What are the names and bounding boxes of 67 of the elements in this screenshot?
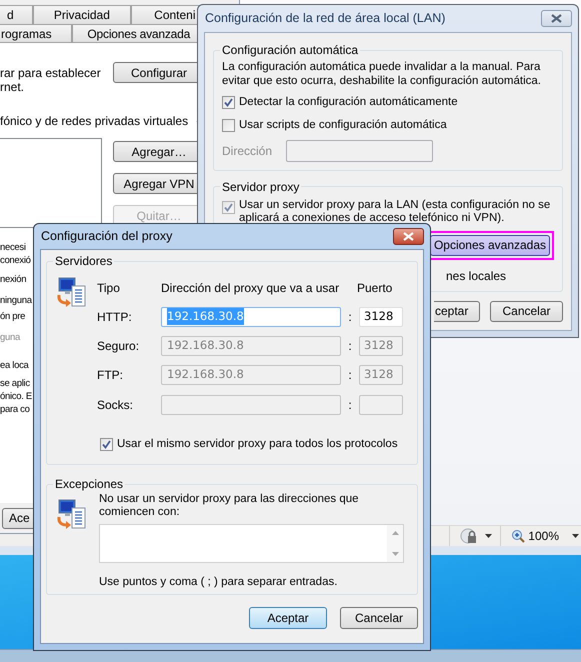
protocol-label: Seguro: — [97, 338, 140, 354]
section-heading: fónico y de redes privadas virtuales — [0, 113, 188, 130]
checkbox[interactable] — [222, 119, 235, 132]
option-text: se aplic — [0, 377, 30, 390]
ok-button[interactable]: ceptar — [434, 300, 480, 322]
separator-text: : — [348, 366, 352, 384]
group-title: Excepciones — [54, 476, 124, 493]
field-label: Dirección — [222, 142, 274, 160]
network-computer-icon — [55, 498, 87, 530]
separator-text: : — [348, 396, 352, 414]
close-icon — [551, 14, 562, 23]
scrollbar[interactable] — [387, 525, 403, 562]
group-title: Servidor proxy — [221, 178, 300, 196]
checkbox-label: Usar scripts de configuración automática — [239, 118, 447, 134]
protocol-label: Socks: — [97, 396, 134, 414]
column-header: Tipo — [97, 280, 121, 297]
tab[interactable]: d — [0, 5, 33, 24]
checkbox-label: Usar un servidor proxy para la LAN (esta configuración no se aplicará a conexiones de acceso telefónico ni VPN). — [239, 198, 552, 224]
option-text: ónico. E — [0, 390, 32, 403]
separator-text: : — [348, 308, 352, 326]
cancel-button[interactable]: Cancelar — [490, 300, 563, 322]
option-text: para co — [0, 403, 30, 416]
checkbox[interactable] — [100, 438, 113, 452]
caret-icon[interactable] — [572, 534, 579, 538]
protocol-label: FTP: — [97, 366, 124, 384]
description-text: rnet. — [0, 80, 26, 94]
window-title: Configuración del proxy — [41, 228, 172, 246]
group-title: Servidores — [54, 253, 114, 270]
hint-text: Use puntos y coma ( ; ) para separar entradas. — [99, 575, 338, 590]
zoom-level[interactable]: 100% — [528, 527, 559, 545]
checkbox[interactable] — [222, 96, 235, 110]
connections-list[interactable] — [0, 138, 102, 228]
group-title: Configuración automática — [221, 42, 360, 59]
description-text: rar para establecer — [0, 66, 102, 80]
option-text: ón pre — [0, 310, 26, 323]
port-field[interactable]: 3128 — [359, 306, 403, 326]
address-field[interactable] — [286, 140, 433, 162]
ok-button[interactable]: Aceptar — [249, 607, 327, 629]
advanced-options-button[interactable]: Opciones avanzadas — [430, 234, 550, 256]
description-text: No usar un servidor proxy para las direcciones que comiencen con: — [99, 493, 360, 519]
zoom-icon[interactable] — [511, 529, 526, 543]
protocol-label: HTTP: — [97, 308, 133, 326]
close-button[interactable] — [393, 228, 424, 245]
lock-icon[interactable] — [460, 528, 478, 544]
caret-icon[interactable] — [485, 534, 492, 538]
separator-text: : — [348, 338, 352, 354]
checkbox-label: Usar el mismo servidor proxy para todos los protocolos — [117, 437, 398, 452]
scroll-up-icon[interactable] — [392, 531, 398, 535]
checkbox-label: Detectar la configuración automáticamente — [239, 95, 458, 110]
option-text: conexió — [0, 254, 31, 267]
option-text: ea loca — [0, 359, 29, 372]
checkbox[interactable] — [222, 200, 235, 214]
description-text: La configuración automática puede invalidar a la manual. Para evitar que esto ocurra, deshabilite la configuración automática. — [222, 60, 542, 88]
exceptions-field[interactable] — [99, 524, 404, 563]
network-computer-icon — [55, 276, 87, 308]
close-button[interactable] — [541, 10, 572, 27]
option-text: guna — [0, 331, 20, 344]
close-icon — [403, 232, 414, 241]
option-text: ninguna — [0, 294, 32, 307]
option-text: nes locales — [446, 268, 506, 284]
column-header: Puerto — [357, 280, 394, 297]
column-header: Dirección del proxy que va a usar — [161, 280, 340, 297]
tab[interactable]: Privacidad — [32, 5, 132, 24]
option-text: necesi — [0, 241, 26, 254]
cancel-button[interactable]: Cancelar — [340, 607, 418, 629]
tab[interactable]: rogramas — [0, 24, 72, 42]
option-text: nexión — [0, 273, 26, 286]
